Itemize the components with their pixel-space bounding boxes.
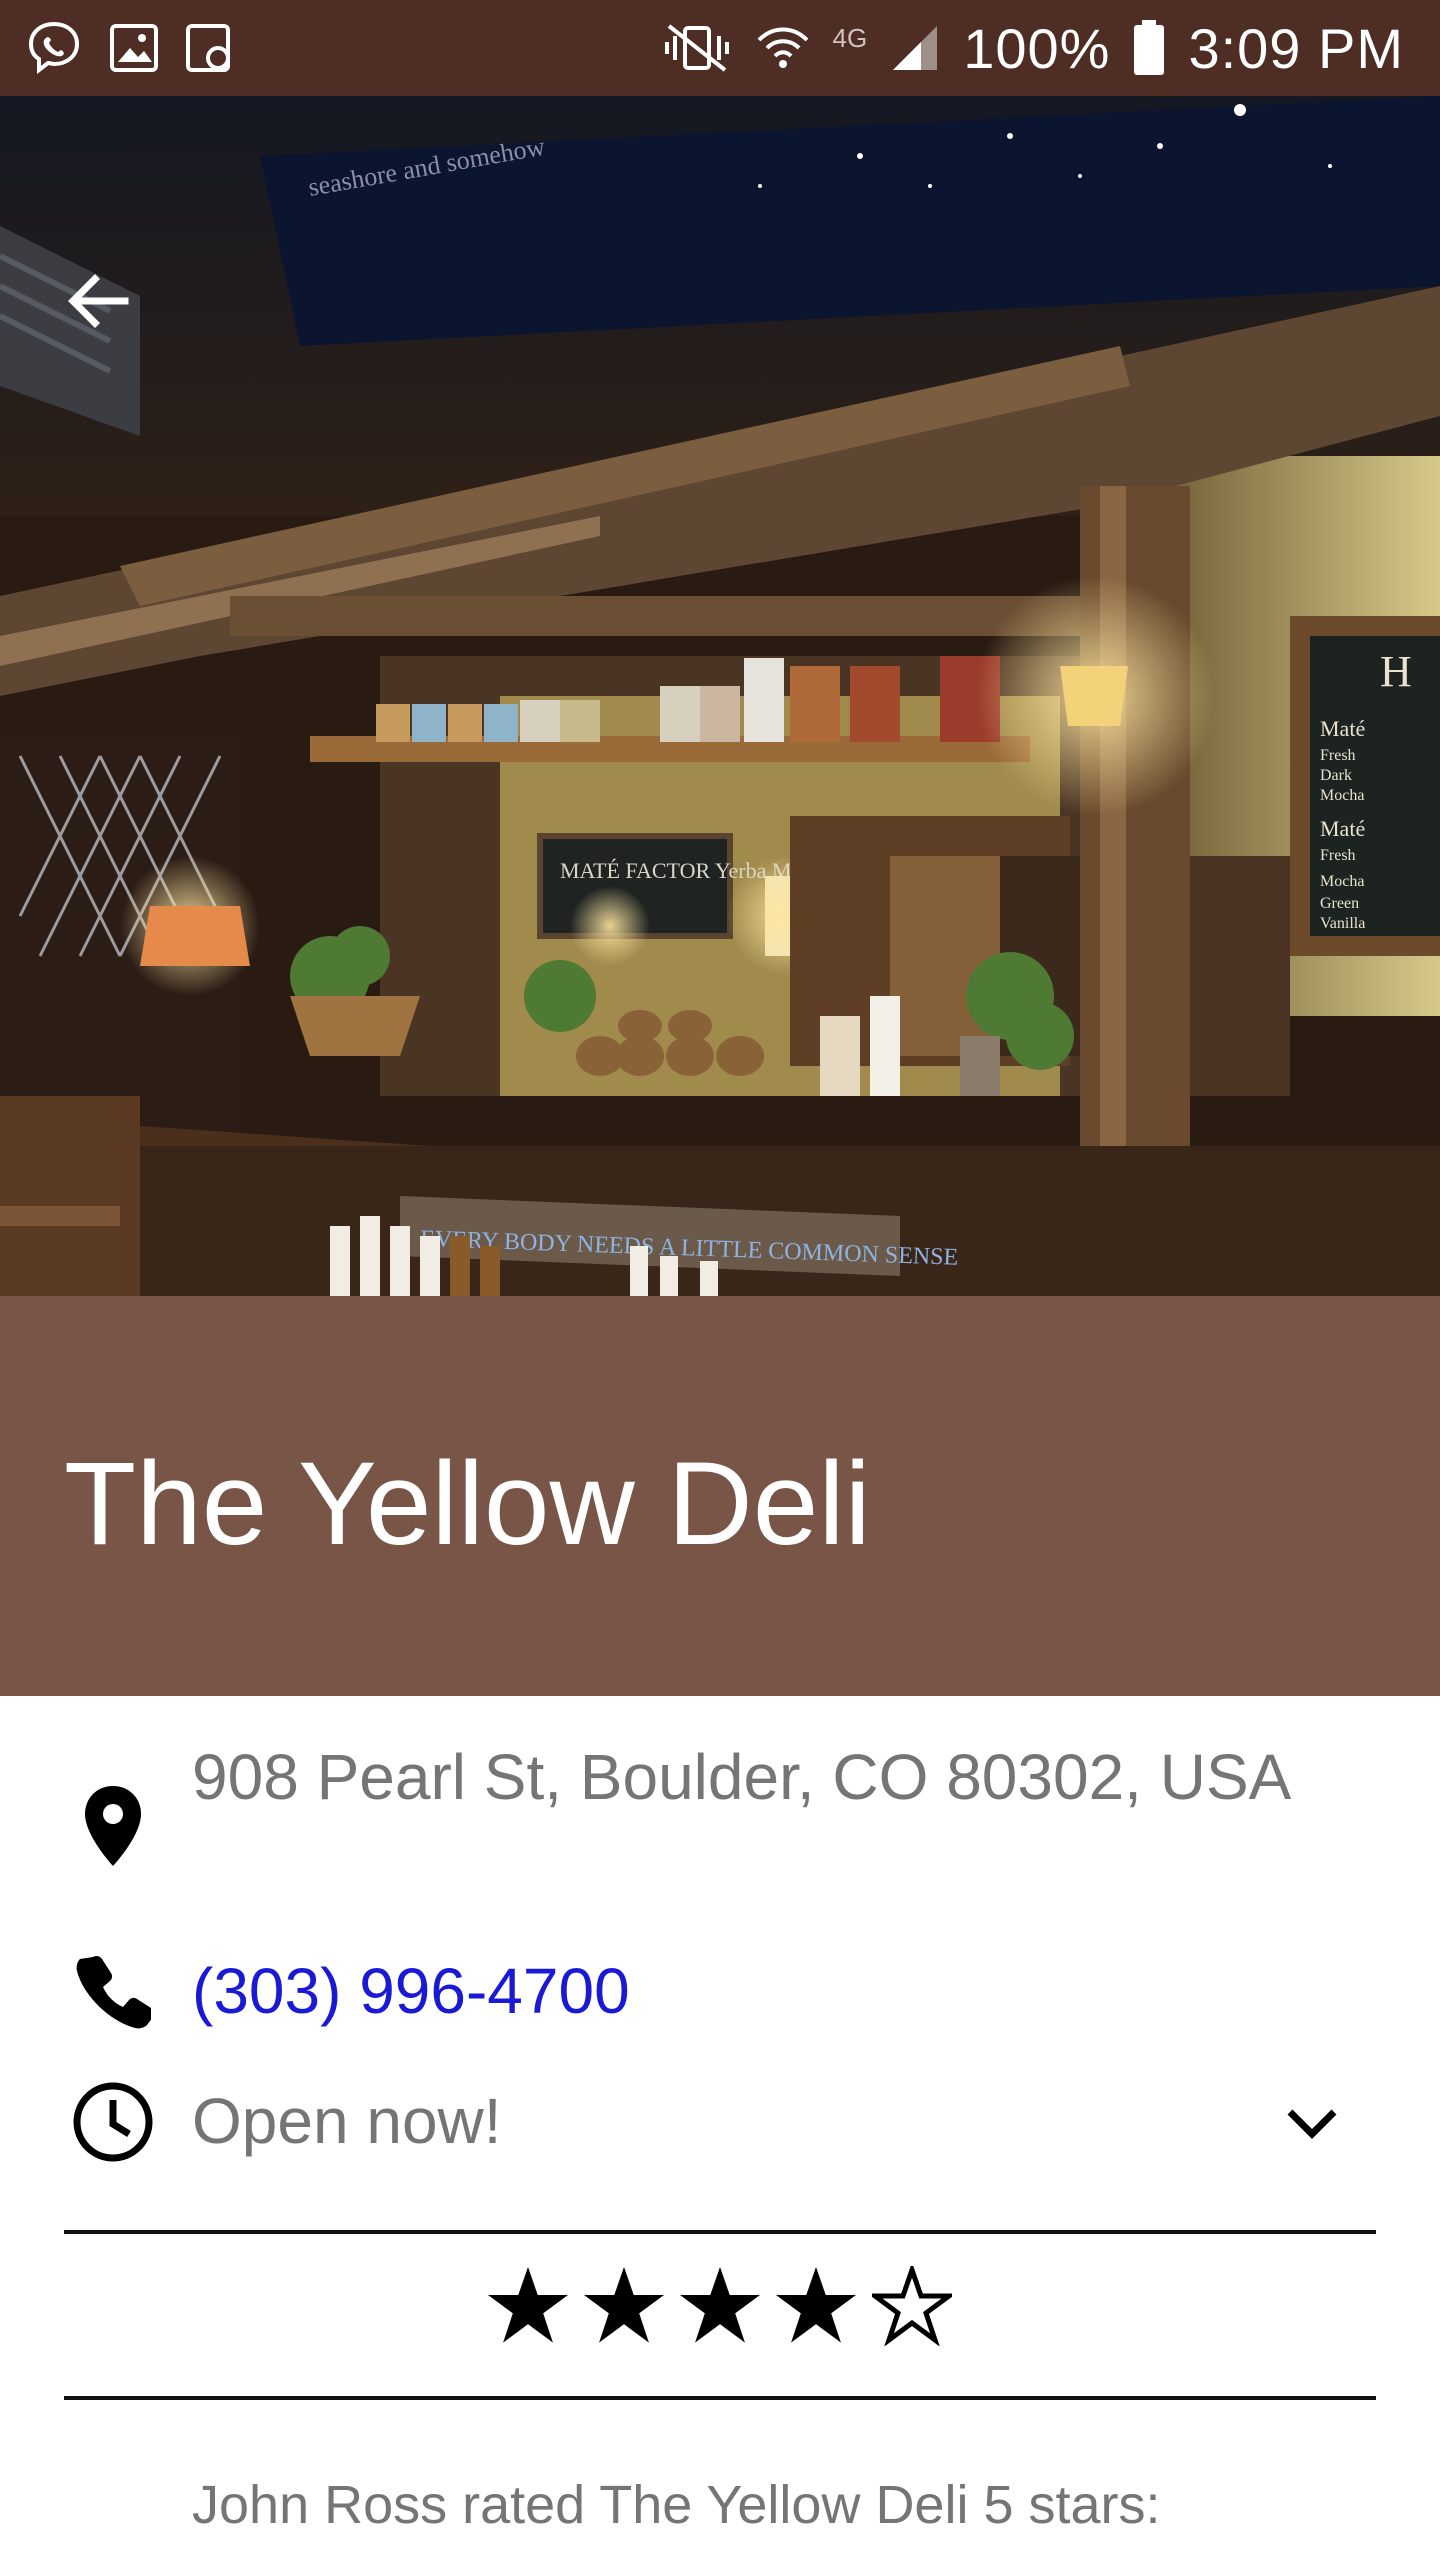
place-phone-link[interactable]: (303) 996-4700 [192, 1948, 630, 2034]
star-empty-icon[interactable] [872, 2266, 952, 2346]
place-hours-status: Open now! [192, 2085, 502, 2157]
vibrate-mute-icon [661, 20, 733, 76]
rating-stars[interactable] [0, 2266, 1440, 2346]
svg-text:H: H [1380, 647, 1412, 696]
place-address[interactable]: 908 Pearl St, Boulder, CO 80302, USA [192, 1734, 1292, 1820]
place-title-band: The Yellow Deli [0, 1296, 1440, 1696]
deli-interior-illustration: seashore and somehow H MatéFresh DarkMoc… [0, 96, 1440, 1296]
rating-top-divider [64, 2230, 1376, 2234]
review-snippet: John Ross rated The Yellow Deli 5 stars: [192, 2475, 1161, 2535]
screen-recorder-notification-icon [184, 22, 236, 74]
svg-text:Green: Green [1320, 895, 1359, 912]
battery-icon [1132, 20, 1166, 76]
svg-text:Dark: Dark [1320, 767, 1352, 784]
viber-notification-icon [24, 18, 84, 78]
chevron-down-icon [1287, 2109, 1337, 2139]
network-type-label: 4G [832, 22, 868, 53]
rating-bottom-divider [64, 2396, 1376, 2400]
status-bar: 4G 100% 3:09 PM [0, 0, 1440, 96]
svg-text:Fresh: Fresh [1320, 747, 1356, 764]
place-name: The Yellow Deli [64, 1438, 871, 1570]
location-pin-icon [68, 1776, 158, 1876]
star-filled-icon[interactable] [680, 2266, 760, 2346]
svg-text:Maté: Maté [1320, 716, 1365, 741]
expand-hours-button[interactable] [1264, 2076, 1360, 2172]
clock-time: 3:09 PM [1188, 16, 1404, 80]
place-hero-photo: seashore and somehow H Maté Fresh Dark Moc… [0, 96, 1440, 1296]
gallery-notification-icon [108, 22, 160, 74]
phone-icon [68, 1946, 158, 2036]
star-filled-icon[interactable] [488, 2266, 568, 2346]
svg-text:Mocha: Mocha [1320, 787, 1364, 804]
svg-text:Fresh: Fresh [1320, 847, 1356, 864]
svg-text:Vanilla: Vanilla [1320, 915, 1365, 932]
back-button[interactable] [52, 256, 142, 346]
clock-icon [68, 2074, 158, 2170]
signal-strength-icon [889, 22, 941, 74]
arrow-left-icon [68, 274, 129, 328]
svg-text:Maté: Maté [1320, 816, 1365, 841]
star-filled-icon[interactable] [776, 2266, 856, 2346]
place-details: 908 Pearl St, Boulder, CO 80302, USA (30… [0, 1696, 1440, 2560]
wifi-icon [755, 20, 811, 76]
battery-percent: 100% [963, 16, 1111, 80]
svg-text:Mocha: Mocha [1320, 873, 1364, 890]
star-filled-icon[interactable] [584, 2266, 664, 2346]
